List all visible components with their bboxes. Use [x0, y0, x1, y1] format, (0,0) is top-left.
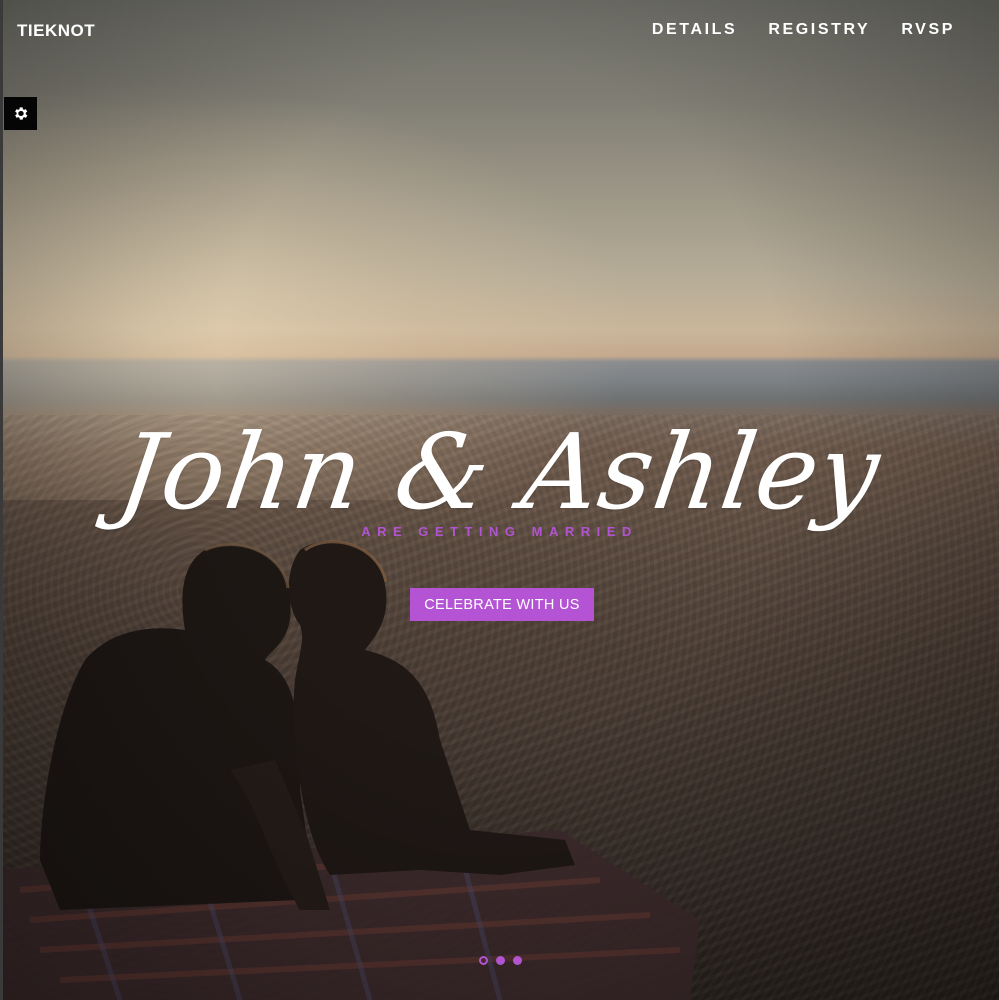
slider-dot-2[interactable] — [496, 956, 505, 965]
page: TIEKNOT DETAILS REGISTRY RVSP John & Ash… — [0, 0, 999, 1000]
tagline: ARE GETTING MARRIED — [361, 524, 638, 539]
slider-dot-1[interactable] — [479, 956, 488, 965]
gear-icon — [15, 107, 28, 120]
slider-dot-3[interactable] — [513, 956, 522, 965]
nav-item-details[interactable]: DETAILS — [652, 21, 737, 39]
settings-button[interactable] — [4, 97, 37, 130]
nav-item-registry[interactable]: REGISTRY — [768, 21, 870, 39]
slider-dots — [479, 956, 522, 965]
nav-item-rsvp[interactable]: RVSP — [901, 21, 955, 39]
couple-names-heading: John & Ashley — [111, 410, 888, 533]
celebrate-button[interactable]: CELEBRATE WITH US — [410, 588, 594, 621]
brand-logo[interactable]: TIEKNOT — [17, 21, 95, 41]
main-nav: DETAILS REGISTRY RVSP — [652, 21, 955, 39]
